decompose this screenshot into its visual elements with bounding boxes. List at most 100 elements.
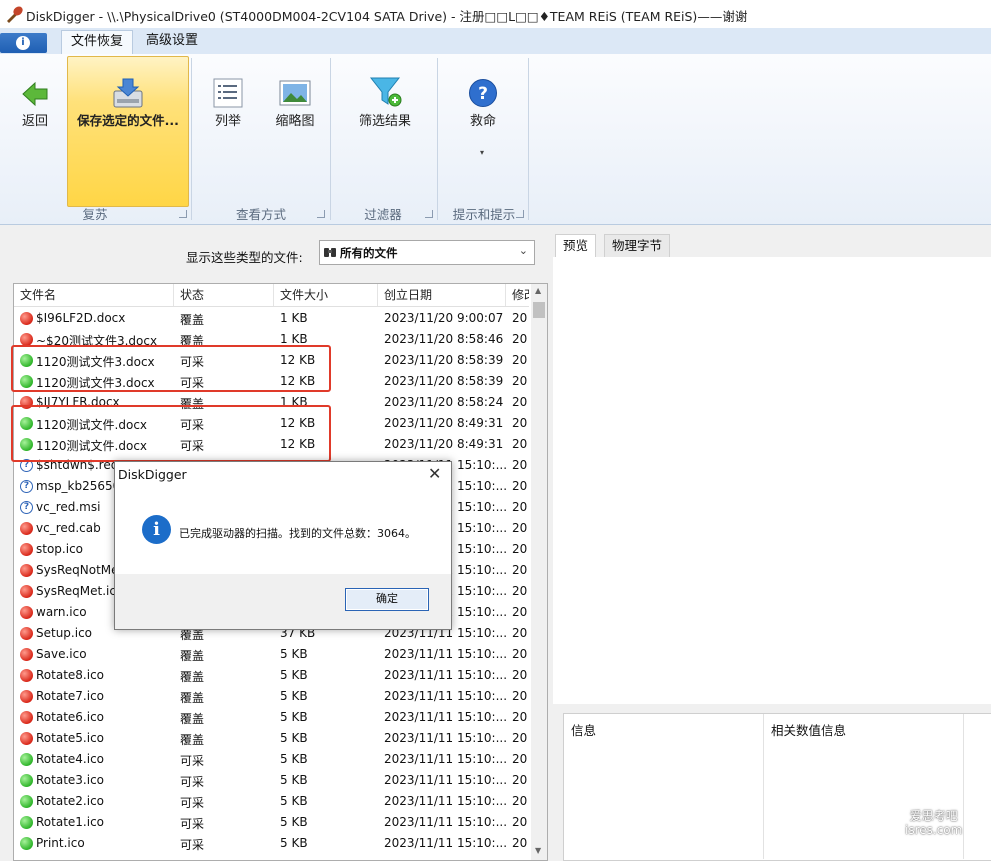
file-type-select[interactable]: 所有的文件 ⌄ xyxy=(319,240,535,265)
cell-name: SysReqNotMet xyxy=(36,563,124,577)
cell-mod: 20 xyxy=(512,563,528,577)
thumbnail-label: 缩略图 xyxy=(275,114,315,129)
cell-size: 1 KB xyxy=(280,332,308,346)
group-label-tips: 提示和提示 xyxy=(452,207,516,222)
info-column-header: 信息 xyxy=(571,723,597,738)
list-view-button[interactable]: 列举 xyxy=(205,78,251,138)
table-row[interactable]: Rotate7.ico 覆盖 5 KB 2023/11/11 15:10:... 20 xyxy=(14,686,529,707)
tab-preview[interactable]: 预览 xyxy=(555,234,597,257)
scroll-thumb[interactable] xyxy=(533,302,545,318)
value-column-header: 相关数值信息 xyxy=(771,723,847,738)
highlight-box xyxy=(11,345,331,392)
help-button[interactable]: ? 救命 ▾ xyxy=(460,78,506,162)
back-button[interactable]: 返回 xyxy=(10,78,60,138)
funnel-filter-icon xyxy=(369,77,402,107)
overwritten-status-icon xyxy=(20,606,33,619)
table-row[interactable]: $I96LF2D.docx 覆盖 1 KB 2023/11/20 9:00:07 20 xyxy=(14,308,529,329)
cell-created: 2023/11/20 8:58:39 xyxy=(384,353,504,367)
column-header-modified[interactable]: 修改 xyxy=(506,284,529,306)
overwritten-status-icon xyxy=(20,543,33,556)
column-header-status[interactable]: 状态 xyxy=(174,284,274,306)
table-row[interactable]: Rotate6.ico 覆盖 5 KB 2023/11/11 15:10:... 20 xyxy=(14,707,529,728)
cell-mod: 20 xyxy=(512,437,528,451)
cell-name: Save.ico xyxy=(36,647,87,661)
group-launcher-icon[interactable] xyxy=(516,210,524,218)
column-header-created[interactable]: 创立日期 xyxy=(378,284,506,306)
cell-name: Rotate8.ico xyxy=(36,668,105,682)
overwritten-status-icon xyxy=(20,669,33,682)
group-launcher-icon[interactable] xyxy=(179,210,187,218)
help-question-icon: ? xyxy=(469,79,497,107)
tab-physical-bytes[interactable]: 物理字节 xyxy=(604,234,671,257)
table-row[interactable]: Rotate3.ico 可采 5 KB 2023/11/11 15:10:... 20 xyxy=(14,770,529,791)
app-menu-button[interactable]: i xyxy=(0,33,47,53)
list-view-icon xyxy=(213,78,243,108)
cell-created: 2023/11/11 15:10:... xyxy=(384,836,508,850)
cell-status: 覆盖 xyxy=(180,670,205,684)
cell-mod: 20 xyxy=(512,710,528,724)
save-selected-files-button[interactable]: 保存选定的文件... xyxy=(67,56,189,207)
column-header-size[interactable]: 文件大小 xyxy=(274,284,378,306)
filter-results-button[interactable]: 筛选结果 xyxy=(355,76,415,138)
group-separator xyxy=(330,58,331,220)
cell-mod: 20 xyxy=(512,584,528,598)
list-header: 文件名 状态 文件大小 创立日期 修改 xyxy=(14,284,529,307)
table-row[interactable]: Print.ico 可采 5 KB 2023/11/11 15:10:... 20 xyxy=(14,833,529,854)
diskdigger-shovel-icon xyxy=(7,6,23,23)
cell-mod: 20 xyxy=(512,332,528,346)
watermark-line2: isres.com xyxy=(905,823,963,837)
cell-created: 2023/11/11 15:10:... xyxy=(384,668,508,682)
cell-mod: 20 xyxy=(512,836,528,850)
unknown-status-icon: ? xyxy=(20,480,33,493)
overwritten-status-icon xyxy=(20,564,33,577)
save-disk-icon xyxy=(113,78,143,108)
binoculars-icon xyxy=(324,248,336,257)
recoverable-status-icon xyxy=(20,795,33,808)
scroll-up-icon[interactable]: ▲ xyxy=(535,286,541,295)
recoverable-status-icon xyxy=(20,774,33,787)
cell-size: 5 KB xyxy=(280,836,308,850)
cell-mod: 20 xyxy=(512,626,528,640)
cell-mod: 20 xyxy=(512,353,528,367)
tab-advanced-settings[interactable]: 高级设置 xyxy=(137,30,207,54)
group-separator xyxy=(437,58,438,220)
cell-status: 覆盖 xyxy=(180,691,205,705)
thumbnail-view-button[interactable]: 缩略图 xyxy=(270,78,320,138)
help-label: 救命 xyxy=(469,114,496,129)
tab-file-recovery[interactable]: 文件恢复 xyxy=(61,30,134,55)
cell-mod: 20 xyxy=(512,794,528,808)
file-type-label: 显示这些类型的文件: xyxy=(186,250,303,265)
info-table[interactable]: 信息 相关数值信息 xyxy=(563,713,991,861)
cell-size: 5 KB xyxy=(280,752,308,766)
cell-created: 2023/11/11 15:10:... xyxy=(384,794,508,808)
scroll-down-icon[interactable]: ▼ xyxy=(535,846,541,855)
column-header-name[interactable]: 文件名 xyxy=(14,284,174,306)
table-row[interactable]: Save.ico 覆盖 5 KB 2023/11/11 15:10:... 20 xyxy=(14,644,529,665)
cell-name: Setup.ico xyxy=(36,626,93,640)
watermark: 爱思考吧 isres.com xyxy=(905,809,962,837)
vertical-scrollbar[interactable]: ▲ ▼ xyxy=(531,284,547,860)
cell-status: 覆盖 xyxy=(180,733,205,747)
table-row[interactable]: Rotate5.ico 覆盖 5 KB 2023/11/11 15:10:... 20 xyxy=(14,728,529,749)
back-arrow-icon xyxy=(22,81,48,107)
group-launcher-icon[interactable] xyxy=(317,210,325,218)
group-launcher-icon[interactable] xyxy=(425,210,433,218)
cell-size: 5 KB xyxy=(280,773,308,787)
cell-mod: 20 xyxy=(512,605,528,619)
group-label-filter: 过滤器 xyxy=(364,207,402,222)
cell-status: 可采 xyxy=(180,817,205,831)
overwritten-status-icon xyxy=(20,522,33,535)
overwritten-status-icon xyxy=(20,585,33,598)
table-row[interactable]: Rotate1.ico 可采 5 KB 2023/11/11 15:10:... 20 xyxy=(14,812,529,833)
ok-button[interactable]: 确定 xyxy=(345,588,429,611)
table-row[interactable]: Rotate8.ico 覆盖 5 KB 2023/11/11 15:10:... 20 xyxy=(14,665,529,686)
cell-created: 2023/11/11 15:10:... xyxy=(384,731,508,745)
watermark-line1: 爱思考吧 xyxy=(909,809,958,823)
cell-mod: 20 xyxy=(512,689,528,703)
info-icon: i xyxy=(16,36,30,50)
close-icon[interactable]: ✕ xyxy=(428,464,441,483)
cell-created: 2023/11/20 8:58:24 xyxy=(384,395,504,409)
table-row[interactable]: Rotate4.ico 可采 5 KB 2023/11/11 15:10:... 20 xyxy=(14,749,529,770)
cell-created: 2023/11/20 8:49:31 xyxy=(384,437,504,451)
table-row[interactable]: Rotate2.ico 可采 5 KB 2023/11/11 15:10:... 20 xyxy=(14,791,529,812)
